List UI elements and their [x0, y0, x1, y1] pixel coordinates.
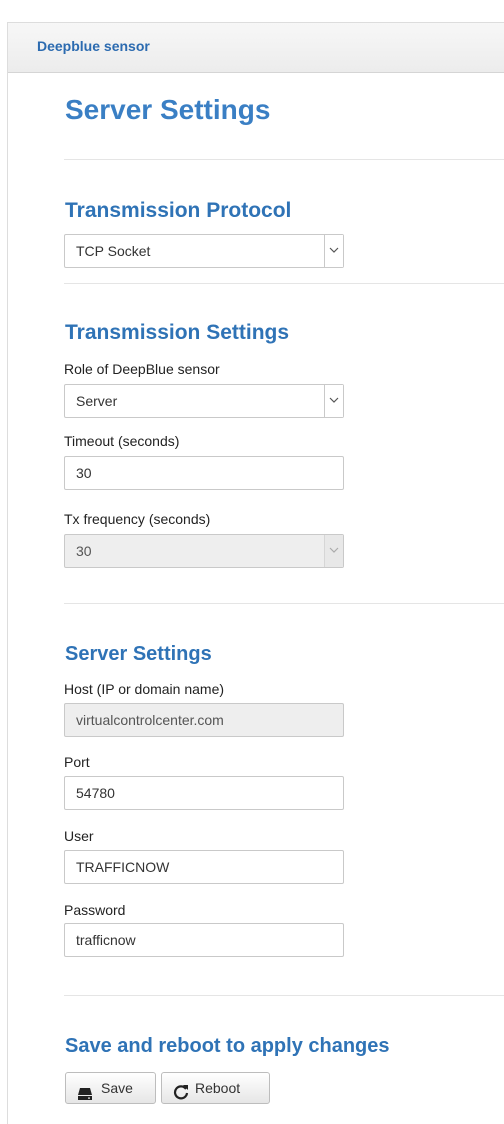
apply-changes-heading: Save and reboot to apply changes [65, 1035, 390, 1057]
save-button-label: Save [101, 1080, 133, 1096]
role-label: Role of DeepBlue sensor [64, 361, 220, 377]
host-input-value: virtualcontrolcenter.com [76, 712, 224, 728]
tx-frequency-select: 30 [64, 534, 344, 568]
hdd-icon [77, 1081, 93, 1111]
refresh-icon [173, 1080, 189, 1110]
server-settings-heading: Server Settings [65, 643, 212, 665]
port-label: Port [64, 754, 90, 770]
user-label: User [64, 828, 94, 844]
role-select-value: Server [76, 393, 118, 409]
divider [64, 603, 504, 604]
timeout-input[interactable]: 30 [64, 456, 344, 490]
port-input-value: 54780 [76, 785, 115, 801]
reboot-button[interactable]: Reboot [161, 1072, 270, 1104]
main-panel: Deepblue sensor Server Settings Transmis… [7, 22, 504, 1124]
password-input-value: trafficnow [76, 932, 136, 948]
transmission-protocol-heading: Transmission Protocol [65, 199, 292, 222]
tx-frequency-value: 30 [76, 543, 92, 559]
navbar: Deepblue sensor [8, 23, 504, 73]
chevron-down-icon [324, 385, 343, 417]
host-label: Host (IP or domain name) [64, 681, 225, 697]
brand-link[interactable]: Deepblue sensor [37, 38, 150, 54]
reboot-button-label: Reboot [195, 1080, 241, 1096]
user-input-value: TRAFFICNOW [76, 859, 170, 875]
protocol-select[interactable]: TCP Socket [64, 234, 344, 268]
divider [64, 159, 504, 160]
protocol-select-value: TCP Socket [76, 243, 151, 259]
role-select[interactable]: Server [64, 384, 344, 418]
user-input[interactable]: TRAFFICNOW [64, 850, 344, 884]
host-input: virtualcontrolcenter.com [64, 703, 344, 737]
transmission-settings-heading: Transmission Settings [65, 321, 290, 344]
password-input[interactable]: trafficnow [64, 923, 344, 957]
password-label: Password [64, 902, 126, 918]
chevron-down-icon [324, 235, 343, 267]
chevron-down-icon [324, 535, 343, 567]
timeout-input-value: 30 [76, 465, 92, 481]
save-button[interactable]: Save [65, 1072, 156, 1104]
tx-frequency-label: Tx frequency (seconds) [64, 511, 211, 527]
divider [64, 283, 504, 284]
divider [64, 995, 504, 996]
port-input[interactable]: 54780 [64, 776, 344, 810]
timeout-label: Timeout (seconds) [64, 433, 180, 449]
page-title: Server Settings [65, 94, 271, 125]
